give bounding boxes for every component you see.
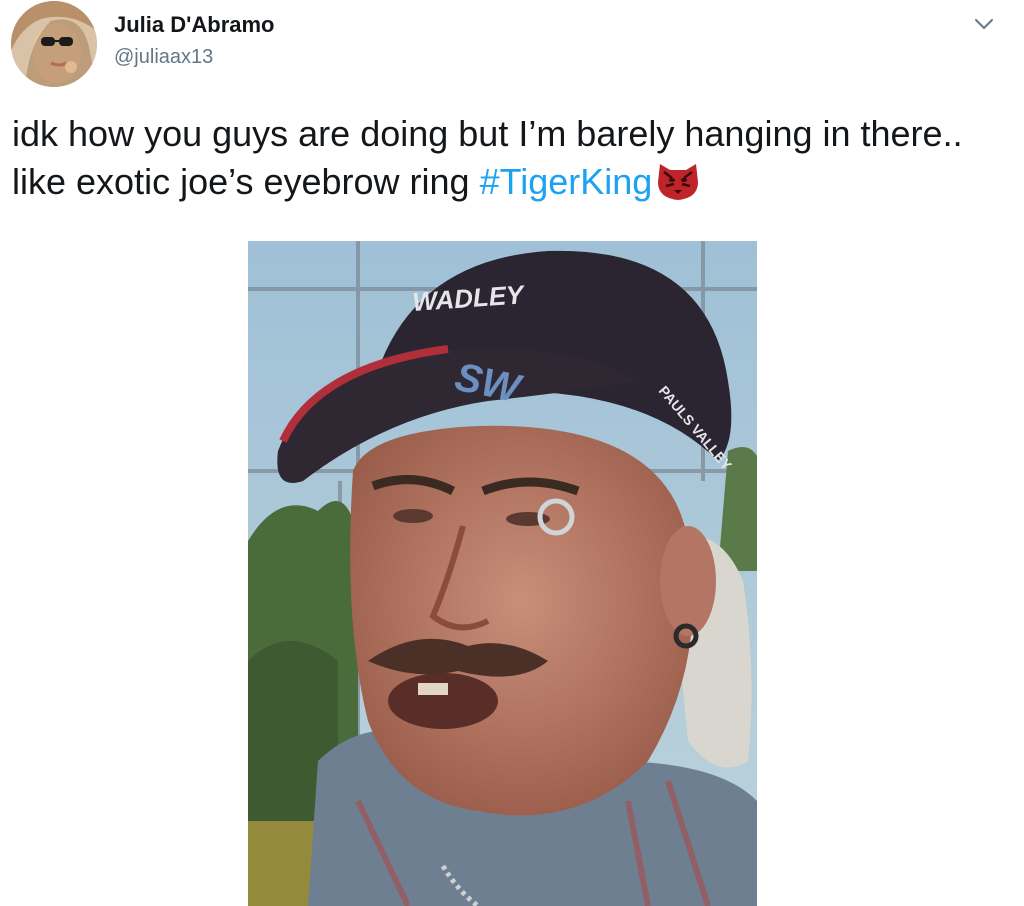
chevron-down-icon[interactable]: [972, 12, 996, 36]
tweet-photo[interactable]: WADLEY SW PAULS VALLEY: [248, 241, 757, 906]
avatar-image: [11, 1, 97, 87]
tweet-text: idk how you guys are doing but I’m barel…: [12, 110, 1002, 206]
tiger-face-icon: [654, 158, 702, 202]
author-name[interactable]: Julia D'Abramo: [114, 12, 275, 38]
hashtag-link[interactable]: #TigerKing: [480, 161, 653, 202]
photo-image: WADLEY SW PAULS VALLEY: [248, 241, 757, 906]
author-handle[interactable]: @juliaax13: [114, 46, 213, 69]
tweet-card: Julia D'Abramo @juliaax13 idk how you gu…: [0, 0, 1024, 906]
author-avatar[interactable]: [11, 1, 97, 87]
